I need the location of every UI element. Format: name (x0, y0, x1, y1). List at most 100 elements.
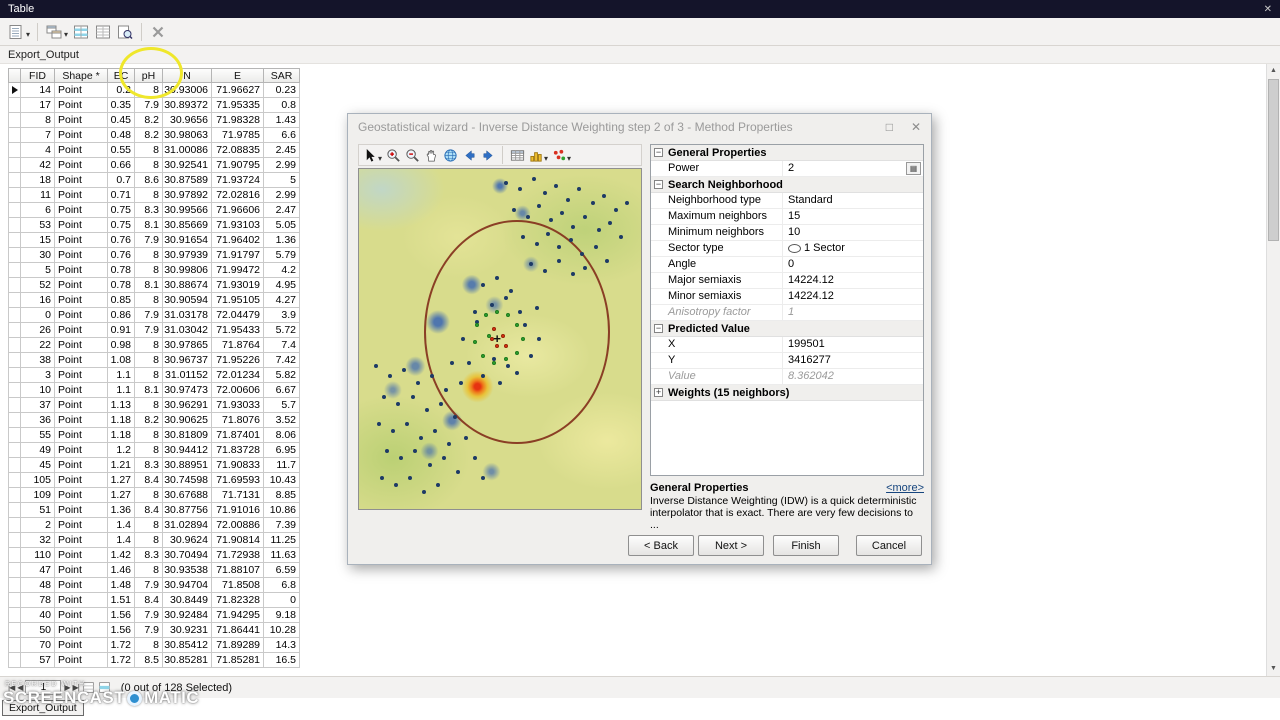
property-value[interactable]: 199501 (783, 337, 923, 352)
switch-selection-icon[interactable] (71, 22, 91, 42)
property-value[interactable]: Standard (783, 193, 923, 208)
column-header-shape[interactable]: Shape * (55, 68, 108, 83)
record-selector-cell[interactable] (8, 518, 21, 533)
table-row[interactable]: 18 Point 0.7 8.6 30.87589 71.93724 5 (8, 173, 300, 188)
table-row[interactable]: 51 Point 1.36 8.4 30.87756 71.91016 10.86 (8, 503, 300, 518)
record-selector-cell[interactable] (8, 323, 21, 338)
table-row[interactable]: 32 Point 1.4 8 30.9624 71.90814 11.25 (8, 533, 300, 548)
table-row[interactable]: 10 Point 1.1 8.1 30.97473 72.00606 6.67 (8, 383, 300, 398)
scroll-up-icon[interactable]: ▲ (1267, 64, 1280, 78)
expand-icon[interactable]: + (654, 388, 663, 397)
table-row[interactable]: 42 Point 0.66 8 30.92541 71.90795 2.99 (8, 158, 300, 173)
table-row[interactable]: 110 Point 1.42 8.3 30.70494 71.72938 11.63 (8, 548, 300, 563)
table-row[interactable]: 37 Point 1.13 8 30.96291 71.93033 5.7 (8, 398, 300, 413)
last-record-button[interactable]: ▶| (73, 683, 80, 692)
collapse-icon[interactable]: − (654, 180, 663, 189)
zoom-in-icon[interactable] (384, 146, 402, 164)
clear-selection-icon[interactable] (93, 22, 113, 42)
next-button[interactable]: Next > (698, 535, 764, 556)
record-selector-cell[interactable] (8, 173, 21, 188)
column-header-sar[interactable]: SAR (264, 68, 300, 83)
more-link[interactable]: <more> (886, 482, 924, 494)
show-all-records-icon[interactable] (82, 681, 95, 694)
property-value[interactable]: 0 (783, 257, 923, 272)
table-row[interactable]: 40 Point 1.56 7.9 30.92484 71.94295 9.18 (8, 608, 300, 623)
table-row[interactable]: 6 Point 0.75 8.3 30.99566 71.96606 2.47 (8, 203, 300, 218)
table-row[interactable]: 45 Point 1.21 8.3 30.88951 71.90833 11.7 (8, 458, 300, 473)
property-group-predicted-value[interactable]: − Predicted Value (651, 321, 923, 337)
record-selector-cell[interactable] (8, 353, 21, 368)
dropdown-caret-icon[interactable]: ▾ (64, 30, 68, 39)
window-close-icon[interactable]: ✕ (1264, 4, 1272, 15)
table-options-icon[interactable] (6, 22, 26, 42)
property-value[interactable]: 15 (783, 209, 923, 224)
record-selector-cell[interactable] (8, 98, 21, 113)
record-selector-cell[interactable] (8, 308, 21, 323)
table-row[interactable]: 57 Point 1.72 8.5 30.85281 71.85281 16.5 (8, 653, 300, 668)
table-row[interactable]: 50 Point 1.56 7.9 30.9231 71.86441 10.28 (8, 623, 300, 638)
record-selector-cell[interactable] (8, 338, 21, 353)
cursor-arrow-icon[interactable] (361, 146, 379, 164)
record-selector-cell[interactable] (8, 248, 21, 263)
table-row[interactable]: 3 Point 1.1 8 31.01152 72.01234 5.82 (8, 368, 300, 383)
previous-record-button[interactable]: ◀ (17, 683, 23, 692)
record-selector-cell[interactable] (8, 473, 21, 488)
back-arrow-icon[interactable] (460, 146, 478, 164)
record-selector-cell[interactable] (8, 503, 21, 518)
record-selector-cell[interactable] (8, 293, 21, 308)
finish-button[interactable]: Finish (773, 535, 839, 556)
table-row[interactable]: 15 Point 0.76 7.9 30.91654 71.96402 1.36 (8, 233, 300, 248)
property-group-search-neighborhood[interactable]: − Search Neighborhood (651, 177, 923, 193)
forward-arrow-icon[interactable] (479, 146, 497, 164)
column-header-e[interactable]: E (212, 68, 264, 83)
column-header-fid[interactable]: FID (21, 68, 55, 83)
property-value[interactable]: 3416277 (783, 353, 923, 368)
property-value[interactable]: 10 (783, 225, 923, 240)
table-row[interactable]: 22 Point 0.98 8 30.97865 71.8764 7.4 (8, 338, 300, 353)
zoom-out-icon[interactable] (403, 146, 421, 164)
record-selector-cell[interactable] (8, 563, 21, 578)
next-record-button[interactable]: ▶ (64, 683, 70, 692)
dropdown-caret-icon[interactable]: ▾ (378, 154, 382, 163)
bottom-tab-export-output[interactable]: Export_Output (2, 700, 84, 716)
back-button[interactable]: < Back (628, 535, 694, 556)
dialog-titlebar[interactable]: Geostatistical wizard - Inverse Distance… (348, 114, 931, 140)
table-row[interactable]: 48 Point 1.48 7.9 30.94704 71.8508 6.8 (8, 578, 300, 593)
dialog-maximize-icon[interactable]: □ (886, 120, 893, 134)
table-row[interactable]: 4 Point 0.55 8 31.00086 72.08835 2.45 (8, 143, 300, 158)
histogram-icon[interactable] (527, 146, 545, 164)
record-number-input[interactable] (25, 680, 62, 695)
table-row[interactable]: 109 Point 1.27 8 30.67688 71.7131 8.85 (8, 488, 300, 503)
property-value[interactable]: 14224.12 (783, 273, 923, 288)
record-selector-cell[interactable] (8, 443, 21, 458)
idw-preview-map[interactable]: + (358, 168, 642, 510)
table-row[interactable]: 53 Point 0.75 8.1 30.85669 71.93103 5.05 (8, 218, 300, 233)
value-editor-button[interactable]: ▦ (906, 162, 921, 175)
table-row[interactable]: 38 Point 1.08 8 30.96737 71.95226 7.42 (8, 353, 300, 368)
record-selector-cell[interactable] (8, 488, 21, 503)
record-selector-cell[interactable] (8, 233, 21, 248)
record-selector-cell[interactable] (8, 638, 21, 653)
record-selector-cell[interactable] (8, 458, 21, 473)
table-row[interactable]: 7 Point 0.48 8.2 30.98063 71.9785 6.6 (8, 128, 300, 143)
scroll-down-icon[interactable]: ▼ (1267, 662, 1280, 676)
property-group-weights-15-neighbors[interactable]: + Weights (15 neighbors) (651, 385, 923, 401)
dropdown-caret-icon[interactable]: ▾ (26, 30, 30, 39)
zoom-to-selected-icon[interactable] (115, 22, 135, 42)
column-header-n[interactable]: N (163, 68, 212, 83)
record-selector-cell[interactable] (8, 113, 21, 128)
scrollbar-thumb[interactable] (1268, 79, 1279, 241)
table-row[interactable]: 49 Point 1.2 8 30.94412 71.83728 6.95 (8, 443, 300, 458)
record-selector-cell[interactable] (8, 428, 21, 443)
table-row[interactable]: 17 Point 0.35 7.9 30.89372 71.95335 0.8 (8, 98, 300, 113)
table-row[interactable]: 70 Point 1.72 8 30.85412 71.89289 14.3 (8, 638, 300, 653)
record-selector-cell[interactable] (8, 413, 21, 428)
table-row[interactable]: 78 Point 1.51 8.4 30.8449 71.82328 0 (8, 593, 300, 608)
column-header-ph[interactable]: pH (135, 68, 163, 83)
record-selector-cell[interactable] (8, 383, 21, 398)
table-vertical-scrollbar[interactable]: ▲ ▼ (1266, 64, 1280, 676)
table-row[interactable]: 8 Point 0.45 8.2 30.9656 71.98328 1.43 (8, 113, 300, 128)
table-row[interactable]: 55 Point 1.18 8 30.81809 71.87401 8.06 (8, 428, 300, 443)
property-group-general-properties[interactable]: − General Properties (651, 145, 923, 161)
record-selector-cell[interactable] (8, 218, 21, 233)
